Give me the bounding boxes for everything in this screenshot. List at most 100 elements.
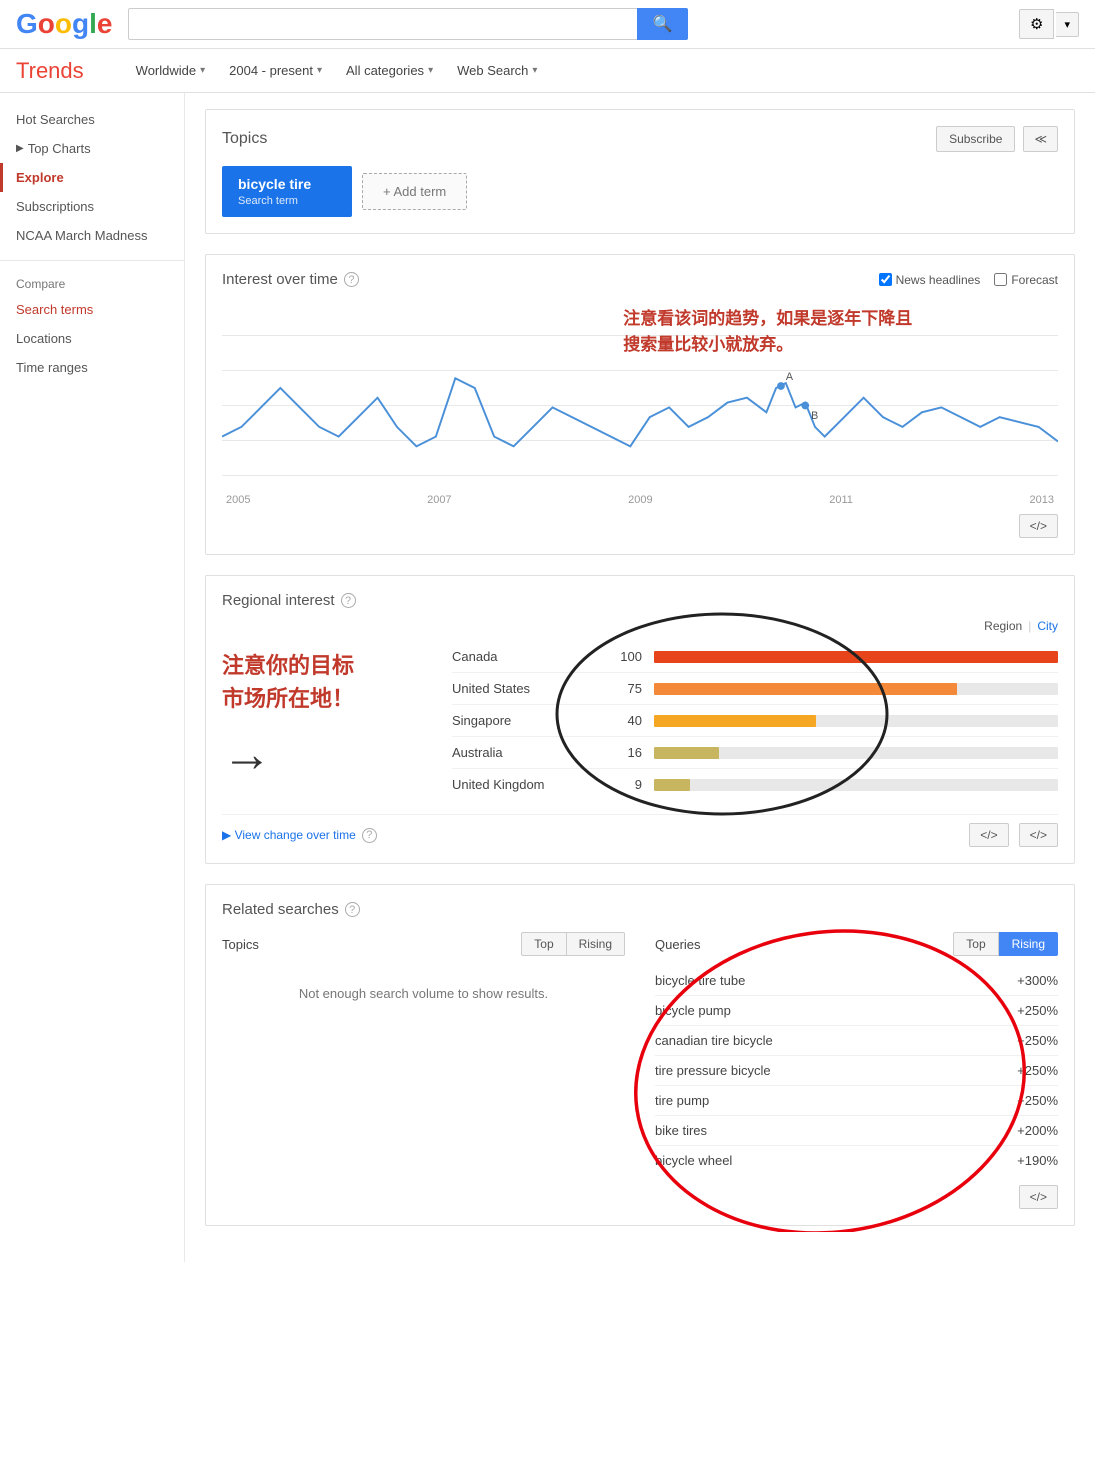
region-filter-label: Region — [984, 619, 1022, 633]
sidebar-item-subscriptions[interactable]: Subscriptions — [0, 192, 184, 221]
worldwide-dropdown[interactable]: Worldwide ▾ — [124, 57, 217, 84]
region-bar-bg-au — [654, 747, 1058, 759]
topics-column-label: Topics — [222, 937, 259, 952]
topics-rising-button[interactable]: Rising — [567, 932, 625, 956]
chart-line — [222, 378, 1058, 446]
region-score-sg: 40 — [612, 713, 642, 728]
region-row-au: Australia 16 — [452, 737, 1058, 769]
news-headlines-checkbox[interactable] — [879, 273, 892, 286]
region-bar-bg-uk — [654, 779, 1058, 791]
navbar: Trends Worldwide ▾ 2004 - present ▾ All … — [0, 49, 1095, 93]
queries-rising-button[interactable]: Rising — [999, 932, 1058, 956]
queries-column: Queries Top Rising bicycle tire tube +30… — [655, 932, 1058, 1175]
topics-column: Topics Top Rising Not enough search volu… — [222, 932, 625, 1175]
settings-button[interactable]: ⚙ — [1019, 9, 1054, 39]
related-searches-title: Related searches — [222, 901, 339, 918]
related-columns: Topics Top Rising Not enough search volu… — [222, 932, 1058, 1175]
sidebar-item-locations[interactable]: Locations — [0, 324, 184, 353]
query-pct-3: +250% — [1017, 1033, 1058, 1048]
related-searches-section: Related searches ? Topics Top Rising Not… — [205, 884, 1075, 1226]
search-chip-bicycle-tire[interactable]: bicycle tire Search term — [222, 166, 352, 217]
news-headlines-checkbox-label[interactable]: News headlines — [879, 273, 981, 287]
interest-over-time-section: Interest over time ? News headlines Fore… — [205, 254, 1075, 555]
sidebar-item-time-ranges[interactable]: Time ranges — [0, 353, 184, 382]
sidebar-item-search-terms[interactable]: Search terms — [0, 295, 184, 324]
region-bar-canada — [654, 651, 1058, 663]
date-dropdown[interactable]: 2004 - present ▾ — [217, 57, 334, 84]
sidebar-item-top-charts[interactable]: ▶ Top Charts — [0, 134, 184, 163]
regional-help-icon[interactable]: ? — [341, 593, 356, 608]
region-name-uk: United Kingdom — [452, 777, 612, 792]
region-name-sg: Singapore — [452, 713, 612, 728]
add-term-button[interactable]: + Add term — [362, 173, 467, 210]
related-searches-help-icon[interactable]: ? — [345, 902, 360, 917]
trends-logo: Trends — [16, 58, 84, 84]
region-score-uk: 9 — [612, 777, 642, 792]
query-row-5: tire pump +250% — [655, 1086, 1058, 1116]
arrow-graphic: → — [222, 725, 442, 783]
sidebar-item-explore[interactable]: Explore — [0, 163, 184, 192]
regional-annotation-text: 注意你的目标 市场所在地！ — [222, 649, 442, 715]
x-label-2009: 2009 — [628, 494, 652, 506]
content-area: Topics Subscribe ≪ bicycle tire Search t… — [185, 93, 1095, 1262]
search-chips: bicycle tire Search term + Add term — [222, 166, 1058, 217]
related-embed-button[interactable]: </> — [1019, 1185, 1058, 1209]
topics-actions: Subscribe ≪ — [936, 126, 1058, 152]
sidebar-item-ncaa[interactable]: NCAA March Madness — [0, 221, 184, 250]
query-row-7: bicycle wheel +190% — [655, 1146, 1058, 1175]
regional-embed-left[interactable]: </> — [969, 823, 1008, 847]
region-score-canada: 100 — [612, 649, 642, 664]
search-button[interactable]: 🔍 — [637, 8, 689, 40]
region-name-us: United States — [452, 681, 612, 696]
chart-annotation: 注意看该词的趋势，如果是逐年下降且 搜索量比较小就放弃。 — [623, 306, 912, 357]
region-score-au: 16 — [612, 745, 642, 760]
point-B — [801, 402, 809, 410]
query-pct-6: +200% — [1017, 1123, 1058, 1138]
query-row-6: bike tires +200% — [655, 1116, 1058, 1146]
query-name-1: bicycle tire tube — [655, 973, 745, 988]
topics-no-data: Not enough search volume to show results… — [222, 966, 625, 1021]
share-button[interactable]: ≪ — [1023, 126, 1058, 152]
regional-interest-section: Regional interest ? 注意你的目标 市场所在地！ → Regi… — [205, 575, 1075, 864]
regional-interest-title: Regional interest — [222, 592, 335, 609]
query-pct-2: +250% — [1017, 1003, 1058, 1018]
settings-area: ⚙ ▾ — [1019, 9, 1079, 39]
topics-header: Topics Subscribe ≪ — [222, 126, 1058, 152]
queries-top-button[interactable]: Top — [953, 932, 998, 956]
view-change-help-icon[interactable]: ? — [362, 828, 377, 843]
forecast-checkbox-label[interactable]: Forecast — [994, 273, 1058, 287]
region-score-us: 75 — [612, 681, 642, 696]
view-change-link[interactable]: ▶ View change over time ? — [222, 828, 377, 843]
interest-help-icon[interactable]: ? — [344, 272, 359, 287]
query-row-4: tire pressure bicycle +250% — [655, 1056, 1058, 1086]
query-pct-4: +250% — [1017, 1063, 1058, 1078]
x-label-2005: 2005 — [226, 494, 250, 506]
search-type-dropdown[interactable]: Web Search ▾ — [445, 57, 549, 84]
query-pct-7: +190% — [1017, 1153, 1058, 1168]
city-filter-link[interactable]: City — [1037, 619, 1058, 633]
topics-top-button[interactable]: Top — [521, 932, 566, 956]
region-row-sg: Singapore 40 — [452, 705, 1058, 737]
search-bar: 🔍 — [128, 8, 688, 40]
region-bar-sg — [654, 715, 816, 727]
sidebar: Hot Searches ▶ Top Charts Explore Subscr… — [0, 93, 185, 1262]
region-row-us: United States 75 — [452, 673, 1058, 705]
chip-type: Search term — [238, 195, 336, 207]
forecast-checkbox[interactable] — [994, 273, 1007, 286]
x-label-2011: 2011 — [829, 494, 853, 506]
point-A — [777, 382, 785, 390]
interest-over-time-title: Interest over time — [222, 271, 338, 288]
sidebar-item-hot-searches[interactable]: Hot Searches — [0, 105, 184, 134]
query-row-3: canadian tire bicycle +250% — [655, 1026, 1058, 1056]
label-A: A — [786, 371, 794, 383]
regional-embed-right[interactable]: </> — [1019, 823, 1058, 847]
region-bar-bg-sg — [654, 715, 1058, 727]
embed-button[interactable]: </> — [1019, 514, 1058, 538]
region-name-canada: Canada — [452, 649, 612, 664]
categories-dropdown[interactable]: All categories ▾ — [334, 57, 445, 84]
settings-arrow-button[interactable]: ▾ — [1056, 12, 1079, 37]
subscribe-button[interactable]: Subscribe — [936, 126, 1015, 152]
search-input[interactable] — [128, 8, 636, 40]
query-row-1: bicycle tire tube +300% — [655, 966, 1058, 996]
query-pct-1: +300% — [1017, 973, 1058, 988]
